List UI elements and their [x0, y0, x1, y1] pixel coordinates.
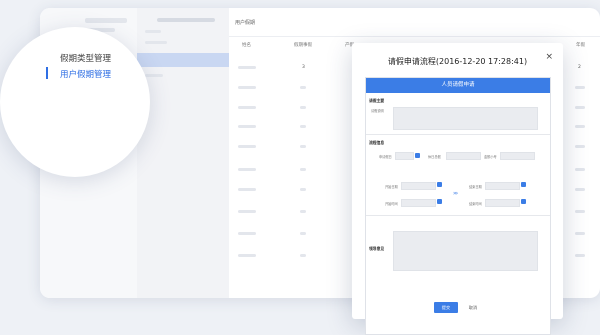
active-indicator [46, 67, 48, 79]
leave-form: 人员请假申请 请假主要 请假说明 流程信息 申请假日 休日总假 金额小号 开始日… [365, 77, 551, 335]
nav-item[interactable] [145, 74, 163, 77]
magnifier-lens: 假期类型管理 用户假期管理 [0, 27, 150, 177]
header-divider [229, 36, 600, 37]
end-time-label: 结束时间 [469, 202, 482, 206]
chevron-down-icon[interactable] [415, 153, 420, 158]
calendar-icon[interactable] [521, 182, 526, 187]
table-cell-placeholder [300, 168, 306, 171]
end-date-label: 结束日期 [469, 185, 482, 189]
table-cell-placeholder [300, 106, 306, 109]
reason-textarea[interactable] [393, 107, 538, 130]
approval-textarea[interactable] [393, 231, 538, 271]
chevron-right-icon: ››› [453, 190, 458, 197]
column-header-annual: 年假 [576, 43, 585, 48]
table-cell-placeholder [300, 210, 306, 213]
table-cell-placeholder [300, 145, 306, 148]
section-reason-label: 请假主要 [369, 98, 385, 103]
end-time-input[interactable] [485, 199, 520, 207]
table-cell-placeholder [300, 86, 306, 89]
section-approval-label: 领导意见 [369, 246, 385, 251]
leave-request-dialog: 请假申请流程(2016-12-20 17:28:41) × 人员请假申请 请假主… [352, 43, 563, 335]
section-divider [366, 134, 550, 135]
clock-icon[interactable] [521, 199, 526, 204]
sub-navigation [137, 8, 229, 298]
table-cell-placeholder [238, 168, 256, 171]
nav-item[interactable] [145, 30, 161, 33]
section-process-label: 流程信息 [369, 140, 385, 145]
table-cell-placeholder [300, 254, 306, 257]
table-cell-placeholder [238, 86, 256, 89]
menu-item-leave-types[interactable]: 假期类型管理 [60, 52, 111, 64]
table-cell-placeholder [300, 232, 306, 235]
submit-button[interactable]: 提交 [434, 302, 458, 313]
leave-type-select[interactable] [395, 152, 414, 160]
table-cell-placeholder [575, 210, 585, 213]
table-cell-placeholder [300, 125, 306, 128]
table-cell-placeholder [575, 254, 585, 257]
table-cell-placeholder [575, 106, 585, 109]
amount-label: 金额小号 [484, 155, 497, 159]
end-date-input[interactable] [485, 182, 520, 190]
column-header-name: 姓名 [242, 43, 251, 48]
table-cell-placeholder [238, 66, 256, 69]
total-days-input[interactable] [446, 152, 481, 160]
calendar-icon[interactable] [437, 182, 442, 187]
table-cell-placeholder [238, 188, 256, 191]
main-title: 用户假期 [235, 20, 256, 26]
table-cell-placeholder [238, 106, 256, 109]
start-date-input[interactable] [401, 182, 436, 190]
dialog-title: 请假申请流程(2016-12-20 17:28:41) [387, 57, 528, 66]
table-cell-placeholder [238, 210, 256, 213]
reason-field-label: 请假说明 [371, 109, 384, 113]
table-cell-placeholder [575, 86, 585, 89]
close-icon[interactable]: × [545, 52, 553, 62]
user-name-placeholder [85, 18, 127, 23]
clock-icon[interactable] [437, 199, 442, 204]
form-header: 人员请假申请 [366, 78, 550, 93]
leave-type-label: 申请假日 [379, 155, 392, 159]
table-cell-placeholder [238, 232, 256, 235]
table-cell-placeholder [575, 232, 585, 235]
total-days-label: 休日总假 [428, 155, 441, 159]
nav-heading-placeholder [157, 18, 215, 22]
cancel-button[interactable]: 取消 [466, 302, 480, 313]
start-time-label: 开始时间 [385, 202, 398, 206]
table-cell-placeholder [575, 168, 585, 171]
amount-input[interactable] [500, 152, 535, 160]
table-cell-placeholder [238, 145, 256, 148]
table-cell-placeholder [575, 145, 585, 148]
column-header-leave: 假期事假 [294, 43, 312, 48]
start-time-input[interactable] [401, 199, 436, 207]
nav-item-active[interactable] [137, 53, 229, 67]
table-cell-placeholder [575, 188, 585, 191]
cell-value: 2 [578, 65, 581, 70]
menu-item-user-leave[interactable]: 用户假期管理 [60, 68, 111, 80]
start-date-label: 开始日期 [385, 185, 398, 189]
cell-value: 3 [302, 65, 305, 70]
table-cell-placeholder [238, 125, 256, 128]
table-cell-placeholder [300, 188, 306, 191]
section-divider [366, 215, 550, 216]
nav-item[interactable] [145, 41, 167, 44]
table-cell-placeholder [575, 125, 585, 128]
table-cell-placeholder [238, 254, 256, 257]
